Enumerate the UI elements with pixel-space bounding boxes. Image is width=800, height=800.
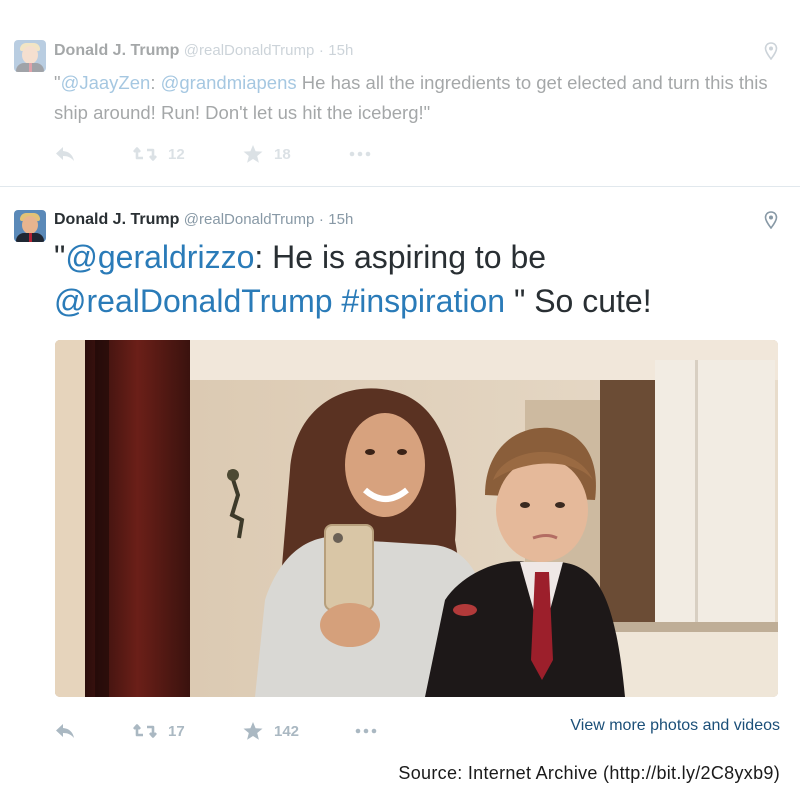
tweet-main[interactable]: Donald J. Trump @realDonaldTrump · 15h "… [0,0,800,760]
mention-link[interactable]: @geraldrizzo [65,239,254,275]
retweet-count: 17 [168,722,185,740]
tweet-text-part: : He is aspiring to be [254,239,547,275]
reply-icon [56,724,74,738]
mention-link[interactable]: @realDonaldTrump [54,283,333,319]
avatar[interactable] [14,210,46,242]
retweet-icon [133,724,157,738]
tweet-text-part: " So cute! [505,283,652,319]
favorite-star-icon [243,722,263,740]
more-dots-icon [355,728,377,734]
tweet-header: Donald J. Trump @realDonaldTrump · 15h [54,211,353,229]
source-caption: Source: Internet Archive (http://bit.ly/… [398,763,780,783]
tweet-time[interactable]: 15h [328,211,353,228]
reply-button[interactable] [54,719,76,743]
tweet-actions: 17 142 [54,719,394,743]
separator-dot: · [318,211,324,228]
favorite-button[interactable]: 142 [242,719,299,743]
hashtag-link[interactable]: #inspiration [341,283,505,319]
tweet-photo[interactable] [55,340,778,697]
favorite-count: 142 [274,722,300,740]
tweet-text: "@geraldrizzo: He is aspiring to be @rea… [54,235,784,323]
photo-image [55,340,778,697]
tweet-text-part: " [54,239,66,275]
location-pin-icon[interactable] [764,211,778,229]
retweet-button[interactable]: 17 [132,719,185,743]
author-handle[interactable]: @realDonaldTrump [184,211,315,228]
more-button[interactable] [354,719,378,743]
author-name[interactable]: Donald J. Trump [54,211,179,228]
view-more-photos-link[interactable]: View more photos and videos [570,717,780,735]
